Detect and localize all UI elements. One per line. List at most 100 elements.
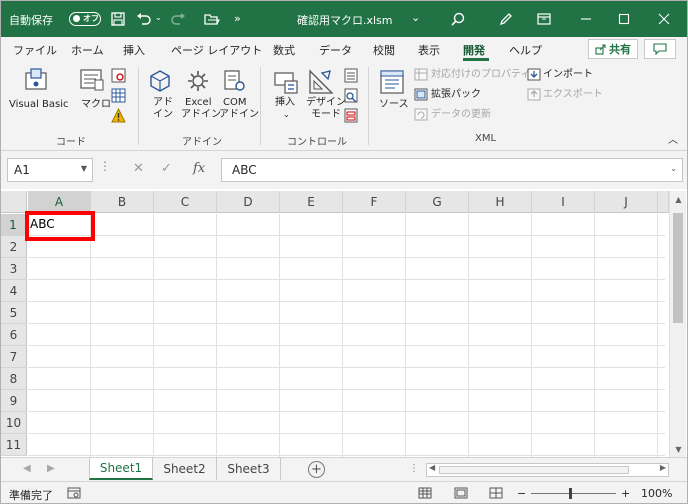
insert-function-icon[interactable]: fx: [193, 161, 205, 176]
scroll-left-icon[interactable]: ◀: [429, 463, 435, 472]
row-header[interactable]: 11: [1, 434, 27, 456]
column-header-partial[interactable]: [658, 191, 669, 213]
tab-file[interactable]: ファイル: [13, 42, 57, 58]
collapse-ribbon-icon[interactable]: ︿: [668, 135, 678, 147]
excel-addins-label-1[interactable]: Excel: [185, 97, 212, 109]
column-header[interactable]: I: [532, 191, 595, 213]
column-header[interactable]: B: [91, 191, 154, 213]
name-box-dropdown-icon[interactable]: ▼: [81, 164, 87, 173]
row-header[interactable]: 5: [1, 302, 27, 324]
design-mode-icon[interactable]: [308, 69, 334, 98]
properties-icon[interactable]: [344, 68, 358, 86]
view-code-icon[interactable]: [344, 88, 358, 106]
tab-help[interactable]: ヘルプ: [509, 42, 542, 58]
expansion-packs-icon[interactable]: [414, 88, 428, 104]
excel-addins-icon[interactable]: [186, 69, 210, 96]
row-header[interactable]: 10: [1, 412, 27, 434]
macro-record-status-icon[interactable]: [67, 487, 81, 499]
scroll-right-icon[interactable]: ▶: [660, 463, 666, 472]
add-sheet-button[interactable]: +: [308, 461, 325, 478]
run-dialog-icon[interactable]: [344, 108, 358, 126]
tab-formulas[interactable]: 数式: [273, 42, 295, 58]
column-header[interactable]: C: [154, 191, 217, 213]
macro-icon[interactable]: [79, 67, 105, 96]
column-header[interactable]: A: [28, 191, 91, 213]
column-header[interactable]: D: [217, 191, 280, 213]
row-header[interactable]: 6: [1, 324, 27, 346]
xml-source-icon[interactable]: [379, 69, 405, 98]
row-header[interactable]: 8: [1, 368, 27, 390]
vertical-scrollbar[interactable]: ▲ ▼: [669, 191, 686, 457]
undo-dropdown-icon[interactable]: ⌄: [155, 13, 162, 22]
minimize-button[interactable]: [569, 1, 603, 37]
page-layout-view-icon[interactable]: [454, 487, 468, 499]
expansion-packs-label[interactable]: 拡張パック: [431, 89, 481, 101]
sheet-tab-sheet2[interactable]: Sheet2: [153, 458, 217, 480]
row-header[interactable]: 9: [1, 390, 27, 412]
ribbon-display-icon[interactable]: [535, 10, 553, 28]
macro-label[interactable]: マクロ: [81, 99, 111, 111]
design-mode-label-1[interactable]: デザイン: [306, 97, 346, 109]
zoom-percentage[interactable]: 100%: [641, 487, 672, 500]
addins-label-1[interactable]: アド: [153, 97, 173, 109]
column-header[interactable]: G: [406, 191, 469, 213]
tab-page-layout[interactable]: ページ レイアウト: [171, 42, 262, 58]
tab-home[interactable]: ホーム: [71, 42, 104, 58]
import-label[interactable]: インポート: [543, 69, 593, 81]
sheet-tab-sheet1[interactable]: Sheet1: [89, 458, 153, 480]
scroll-down-icon[interactable]: ▼: [670, 445, 687, 454]
row-header[interactable]: 4: [1, 280, 27, 302]
tab-split-grip-icon[interactable]: ⋮: [409, 463, 419, 474]
tab-data[interactable]: データ: [319, 42, 352, 58]
scroll-up-icon[interactable]: ▲: [670, 195, 687, 204]
tab-view[interactable]: 表示: [418, 42, 440, 58]
insert-dropdown-icon[interactable]: ⌄: [283, 109, 290, 121]
design-mode-label-2[interactable]: モード: [311, 109, 341, 121]
formula-input[interactable]: ABC ⌄: [221, 158, 683, 182]
open-folder-icon[interactable]: [203, 10, 221, 28]
zoom-out-button[interactable]: −: [517, 487, 526, 500]
autosave-toggle[interactable]: オフ: [69, 12, 101, 26]
sheet-tab-sheet3[interactable]: Sheet3: [217, 458, 281, 480]
refresh-data-label[interactable]: データの更新: [431, 109, 491, 121]
cancel-icon[interactable]: ✕: [133, 161, 144, 176]
undo-icon[interactable]: [135, 10, 153, 28]
close-button[interactable]: [647, 1, 681, 37]
addins-icon[interactable]: [148, 69, 172, 96]
name-box[interactable]: A1 ▼: [7, 158, 93, 182]
maximize-button[interactable]: [607, 1, 641, 37]
export-label[interactable]: エクスポート: [543, 89, 603, 101]
zoom-in-button[interactable]: +: [621, 487, 630, 500]
comments-button[interactable]: [644, 39, 676, 59]
tab-insert[interactable]: 挿入: [123, 42, 145, 58]
addins-label-2[interactable]: イン: [153, 109, 173, 121]
refresh-data-icon[interactable]: [414, 108, 428, 124]
com-addins-label-2[interactable]: アドイン: [219, 109, 259, 121]
column-header[interactable]: E: [280, 191, 343, 213]
export-icon[interactable]: [527, 88, 541, 104]
insert-control-label[interactable]: 挿入: [275, 97, 295, 109]
column-header[interactable]: J: [595, 191, 658, 213]
search-icon[interactable]: [449, 10, 467, 28]
filename-dropdown-icon[interactable]: ⌄: [411, 11, 420, 24]
com-addins-label-1[interactable]: COM: [223, 97, 246, 109]
visual-basic-label[interactable]: Visual Basic: [9, 99, 69, 111]
normal-view-icon[interactable]: [418, 487, 432, 499]
import-icon[interactable]: [527, 68, 541, 84]
vertical-scroll-thumb[interactable]: [673, 213, 683, 323]
zoom-slider-knob[interactable]: [569, 488, 572, 499]
redo-icon[interactable]: [169, 10, 187, 28]
visual-basic-icon[interactable]: [23, 67, 49, 96]
row-header[interactable]: 2: [1, 236, 27, 258]
column-header[interactable]: H: [469, 191, 532, 213]
row-header[interactable]: 1: [1, 214, 27, 236]
record-macro-icon[interactable]: [111, 68, 126, 86]
horizontal-scroll-thumb[interactable]: [439, 466, 629, 474]
next-sheet-icon[interactable]: ▶: [47, 463, 55, 474]
relative-reference-icon[interactable]: [111, 88, 126, 106]
row-header[interactable]: 3: [1, 258, 27, 280]
column-header[interactable]: F: [343, 191, 406, 213]
pen-icon[interactable]: [497, 10, 515, 28]
prev-sheet-icon[interactable]: ◀: [23, 463, 31, 474]
more-commands-icon[interactable]: »: [234, 12, 241, 25]
